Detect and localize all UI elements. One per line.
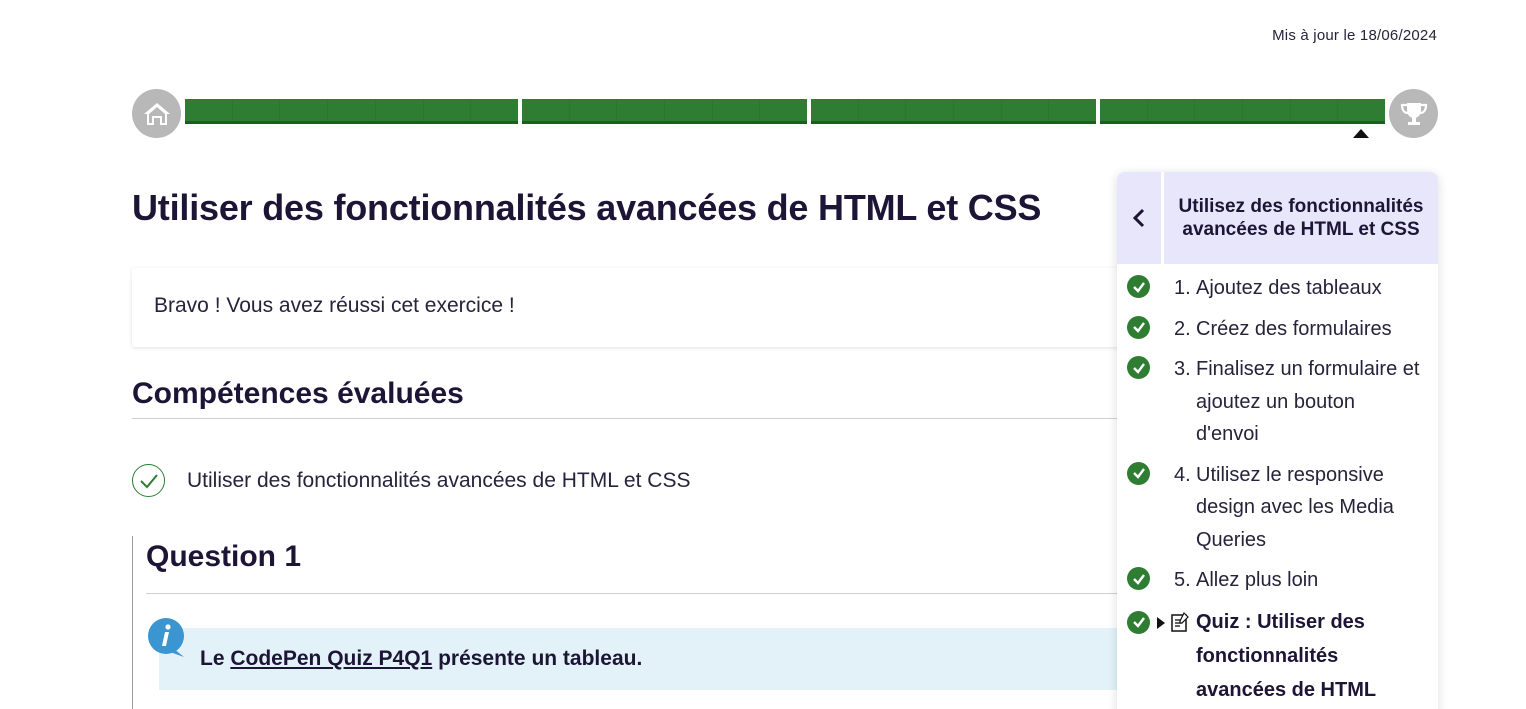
progress-segment[interactable]: [811, 99, 1096, 124]
chapter-list: 1. Ajoutez des tableaux 2. Créez des for…: [1117, 264, 1438, 707]
info-box: Le CodePen Quiz P4Q1 présente un tableau…: [159, 628, 1139, 690]
chapter-item[interactable]: 1. Ajoutez des tableaux: [1117, 272, 1438, 305]
chapter-item[interactable]: 5. Allez plus loin: [1117, 564, 1438, 597]
success-message: Bravo ! Vous avez réussi cet exercice !: [132, 268, 1132, 347]
skill-label: Utiliser des fonctionnalités avancées de…: [187, 468, 691, 492]
chapter-number: 1.: [1174, 277, 1191, 299]
progress-segment[interactable]: [1100, 99, 1385, 124]
check-circle-icon: [1127, 315, 1150, 339]
check-circle-icon: [1127, 461, 1150, 485]
chevron-left-icon: [1132, 208, 1145, 228]
updated-date: Mis à jour le 18/06/2024: [1272, 27, 1437, 44]
chapter-item[interactable]: 2. Créez des formulaires: [1117, 313, 1438, 346]
info-prefix: Le: [200, 647, 231, 670]
sidebar-back-button[interactable]: [1117, 172, 1164, 264]
check-circle-icon: [1127, 610, 1150, 634]
progress-segment[interactable]: [522, 99, 807, 124]
skill-item: Utiliser des fonctionnalités avancées de…: [132, 464, 690, 497]
info-suffix: présente un tableau.: [432, 647, 643, 670]
chapter-number: 2.: [1174, 317, 1191, 340]
current-position-marker: [1353, 129, 1369, 138]
home-button[interactable]: [132, 89, 181, 138]
current-quiz-item[interactable]: Quiz : Utiliser des fonctionnalités avan…: [1117, 605, 1438, 707]
quiz-icon: [1171, 611, 1189, 632]
check-circle-icon: [1127, 567, 1150, 590]
sidebar-header: Utilisez des fonctionnalités avancées de…: [1117, 172, 1438, 264]
check-circle-icon: [1127, 275, 1150, 298]
trophy-button[interactable]: [1389, 89, 1438, 138]
divider: [132, 418, 1132, 419]
progress-segment[interactable]: [185, 99, 518, 124]
chapter-label: Allez plus loin: [1196, 569, 1319, 591]
course-outline-sidebar: Utilisez des fonctionnalités avancées de…: [1117, 172, 1438, 709]
page-title: Utiliser des fonctionnalités avancées de…: [132, 187, 1042, 228]
question-heading: Question 1: [146, 540, 302, 573]
check-circle-icon: [132, 464, 165, 497]
info-icon: [148, 618, 184, 657]
chapter-item[interactable]: 3. Finalisez un formulaire et ajoutez un…: [1117, 353, 1438, 451]
check-circle-icon: [1127, 356, 1150, 379]
current-quiz-label: Quiz : Utiliser des fonctionnalités avan…: [1196, 610, 1377, 701]
chapter-label: Finalisez un formulaire et ajoutez un bo…: [1196, 358, 1420, 445]
codepen-link[interactable]: CodePen Quiz P4Q1: [230, 647, 432, 670]
chapter-number: 4.: [1174, 463, 1191, 486]
divider: [146, 593, 1126, 594]
current-arrow-icon: [1157, 616, 1165, 629]
skills-heading: Compétences évaluées: [132, 377, 464, 410]
chapter-label: Ajoutez des tableaux: [1196, 277, 1382, 299]
progress-segments: [185, 99, 1385, 124]
chapter-number: 5.: [1174, 569, 1191, 591]
home-icon: [143, 102, 170, 125]
trophy-icon: [1400, 102, 1427, 125]
chapter-number: 3.: [1174, 358, 1191, 380]
chapter-label: Créez des formulaires: [1196, 317, 1392, 340]
chapter-item[interactable]: 4. Utilisez le responsive design avec le…: [1117, 459, 1438, 557]
course-progress-bar: [132, 89, 1438, 139]
chapter-label: Utilisez le responsive design avec les M…: [1196, 463, 1394, 551]
sidebar-title: Utilisez des fonctionnalités avancées de…: [1164, 172, 1438, 264]
